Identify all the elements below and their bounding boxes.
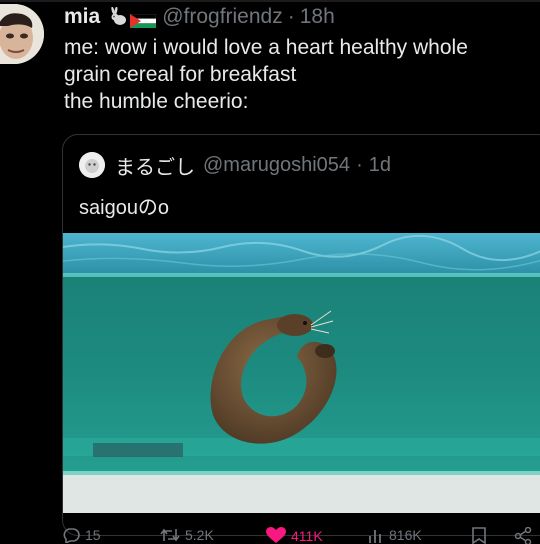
view-count: 816K	[389, 527, 422, 543]
quote-author-handle[interactable]: @marugoshi054	[203, 154, 350, 177]
tweet-line: me: wow i would love a heart healthy who…	[64, 36, 468, 59]
action-bar: 15 5.2K 411K 816K	[62, 527, 540, 544]
retweet-button[interactable]: 5.2K	[160, 527, 214, 543]
separator-dot: ·	[287, 5, 295, 28]
share-icon	[514, 527, 532, 544]
quote-author-name[interactable]: まるごし	[115, 151, 195, 180]
quote-media-image[interactable]	[63, 233, 540, 513]
quote-timestamp[interactable]: 1d	[369, 154, 391, 177]
rabbit-icon	[108, 7, 128, 27]
palestine-flag-icon	[129, 10, 157, 28]
tweet-header: mia @frogfriendz · 18h	[64, 4, 335, 30]
bookmark-icon	[472, 527, 486, 544]
tweet-text: me: wow i would love a heart healthy who…	[64, 34, 534, 115]
author-handle[interactable]: @frogfriendz	[162, 5, 283, 29]
quote-text: saigouのo	[79, 197, 170, 219]
reply-icon	[62, 527, 80, 543]
bookmark-button[interactable]	[472, 527, 486, 544]
like-button[interactable]: 411K	[266, 527, 323, 544]
reply-count: 15	[85, 527, 101, 543]
tweet-line: grain cereal for breakfast	[64, 63, 297, 86]
views-icon	[368, 527, 384, 543]
tweet-line: the humble cheerio:	[64, 90, 249, 113]
separator-dot: ·	[356, 153, 363, 176]
quote-header: まるごし @marugoshi054 · 1d	[79, 151, 391, 179]
heart-icon	[266, 527, 286, 544]
views-button[interactable]: 816K	[368, 527, 422, 543]
quote-avatar[interactable]	[79, 152, 105, 178]
retweet-count: 5.2K	[185, 527, 214, 543]
like-count: 411K	[291, 527, 323, 544]
reply-button[interactable]: 15	[62, 527, 101, 543]
divider	[0, 0, 540, 2]
timestamp[interactable]: 18h	[300, 5, 335, 29]
author-name[interactable]: mia	[64, 5, 100, 29]
share-button[interactable]	[514, 527, 532, 544]
avatar[interactable]	[0, 4, 44, 64]
quoted-tweet[interactable]: まるごし @marugoshi054 · 1d saigouのo	[62, 134, 540, 536]
retweet-icon	[160, 527, 180, 543]
